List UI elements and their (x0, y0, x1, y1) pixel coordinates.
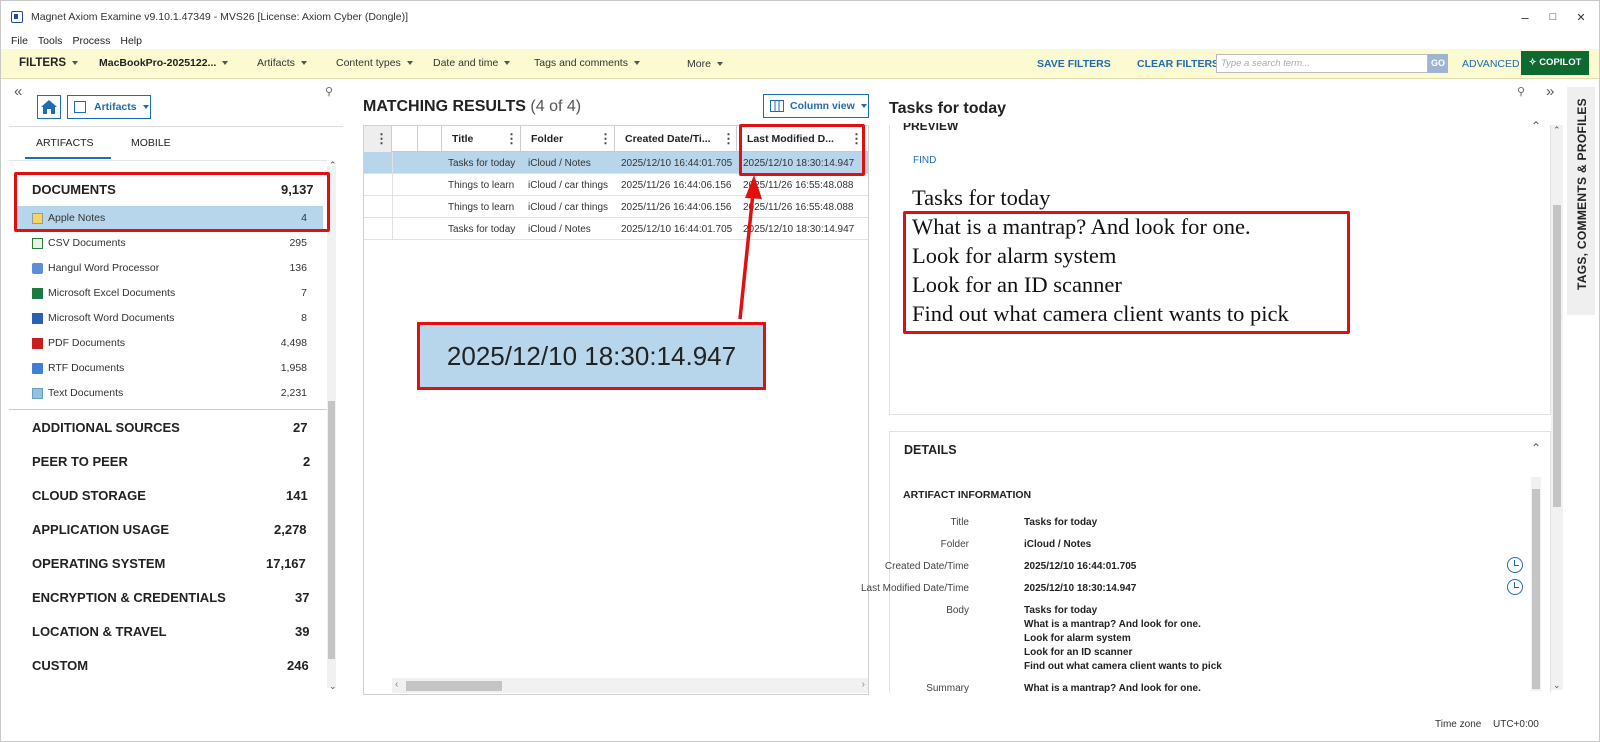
app-window: Magnet Axiom Examine v9.10.1.47349 - MVS… (0, 0, 1600, 742)
zoom-callout: 2025/12/10 18:30:14.947 (417, 322, 766, 390)
annotation-arrow (738, 175, 762, 320)
